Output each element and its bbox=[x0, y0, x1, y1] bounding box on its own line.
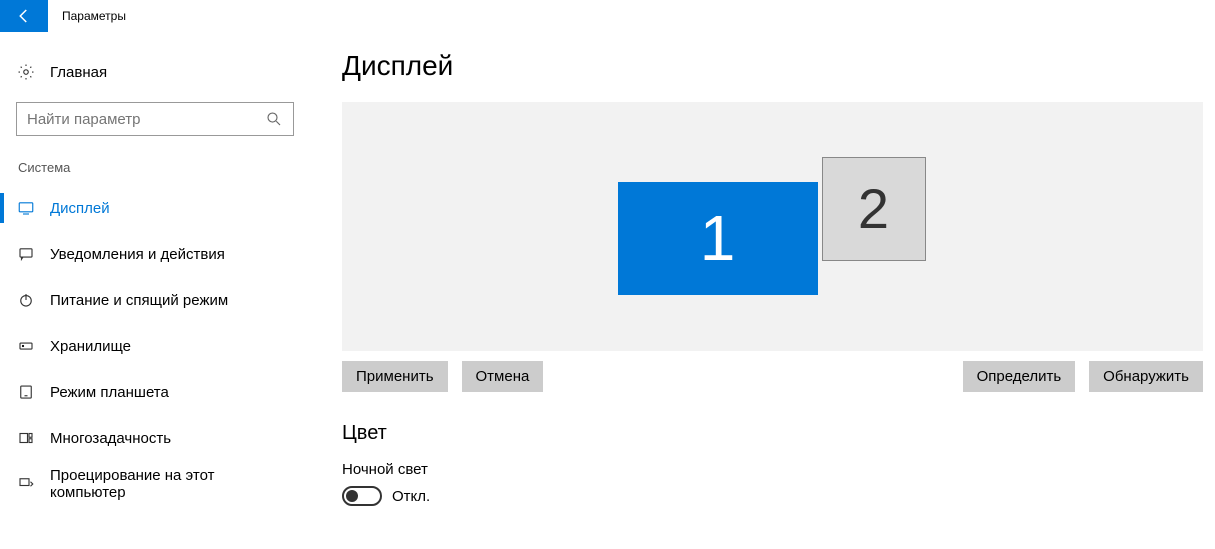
gear-icon bbox=[17, 63, 35, 81]
monitor-2[interactable]: 2 bbox=[822, 157, 926, 261]
sidebar-item-tablet[interactable]: Режим планшета bbox=[0, 369, 294, 415]
storage-icon bbox=[17, 337, 35, 355]
display-icon bbox=[17, 199, 35, 217]
detect-button[interactable]: Обнаружить bbox=[1089, 361, 1203, 392]
sidebar-item-label: Уведомления и действия bbox=[50, 246, 225, 263]
page-title: Дисплей bbox=[342, 50, 1203, 82]
color-section-title: Цвет bbox=[342, 422, 1203, 445]
sidebar-item-label: Хранилище bbox=[50, 338, 131, 355]
sidebar-item-label: Питание и спящий режим bbox=[50, 292, 228, 309]
sidebar-category: Система bbox=[18, 160, 294, 175]
sidebar-item-label: Проецирование на этот компьютер bbox=[50, 467, 294, 501]
sidebar-item-storage[interactable]: Хранилище bbox=[0, 323, 294, 369]
night-light-toggle[interactable] bbox=[342, 486, 382, 506]
back-button[interactable] bbox=[0, 0, 48, 32]
night-light-label: Ночной свет bbox=[342, 461, 1203, 478]
project-icon bbox=[17, 475, 35, 493]
display-arrangement-area[interactable]: 1 2 bbox=[342, 102, 1203, 351]
window-title: Параметры bbox=[48, 0, 126, 32]
identify-button[interactable]: Определить bbox=[963, 361, 1076, 392]
sidebar-home[interactable]: Главная bbox=[16, 54, 294, 90]
sidebar-item-multitask[interactable]: Многозадачность bbox=[0, 415, 294, 461]
power-icon bbox=[17, 291, 35, 309]
cancel-button[interactable]: Отмена bbox=[462, 361, 544, 392]
chat-icon bbox=[17, 245, 35, 263]
night-light-state: Откл. bbox=[392, 488, 430, 505]
arrow-left-icon bbox=[15, 7, 33, 25]
multitask-icon bbox=[17, 429, 35, 447]
tablet-icon bbox=[17, 383, 35, 401]
apply-button[interactable]: Применить bbox=[342, 361, 448, 392]
search-icon bbox=[265, 110, 283, 128]
sidebar-item-label: Дисплей bbox=[50, 200, 110, 217]
sidebar-item-label: Режим планшета bbox=[50, 384, 169, 401]
search-input-wrapper[interactable] bbox=[16, 102, 294, 136]
sidebar-item-projecting[interactable]: Проецирование на этот компьютер bbox=[0, 461, 294, 507]
monitor-1[interactable]: 1 bbox=[618, 182, 818, 295]
search-input[interactable] bbox=[27, 111, 265, 128]
sidebar-home-label: Главная bbox=[50, 64, 107, 81]
sidebar-item-power[interactable]: Питание и спящий режим bbox=[0, 277, 294, 323]
sidebar-item-display[interactable]: Дисплей bbox=[0, 185, 294, 231]
sidebar-item-label: Многозадачность bbox=[50, 430, 171, 447]
sidebar-item-notifications[interactable]: Уведомления и действия bbox=[0, 231, 294, 277]
